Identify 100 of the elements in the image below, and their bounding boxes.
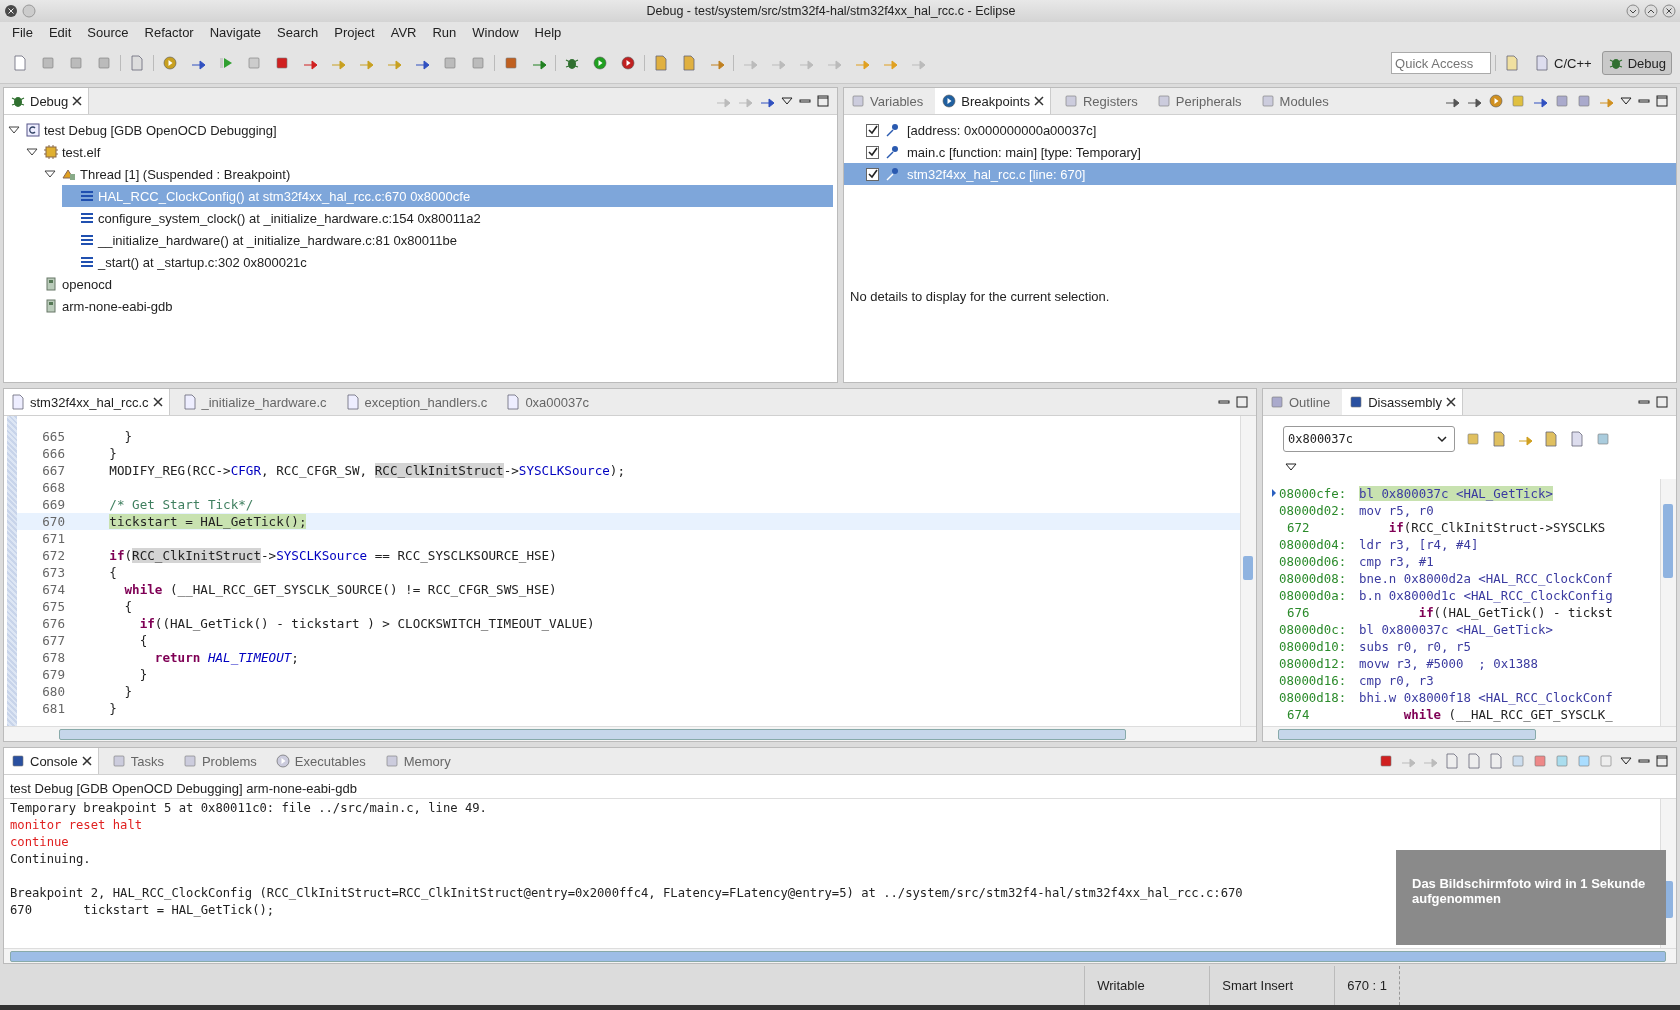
scrollbar[interactable] bbox=[1263, 726, 1676, 741]
menu-item[interactable]: Window bbox=[464, 25, 527, 40]
maximize-icon[interactable] bbox=[1644, 4, 1658, 18]
console-line: 670 tickstart = HAL_GetTick(); bbox=[10, 903, 275, 919]
line-number: 673 bbox=[41, 565, 66, 580]
view-tab[interactable]: Problems bbox=[175, 748, 263, 774]
tree-item[interactable]: openocd bbox=[26, 273, 833, 295]
terminate-icon bbox=[274, 55, 290, 71]
menu-item[interactable]: Run bbox=[424, 25, 465, 40]
menu-item[interactable]: Search bbox=[269, 25, 327, 40]
maximize-icon[interactable] bbox=[817, 95, 829, 107]
scrollbar[interactable] bbox=[4, 948, 1676, 963]
collapse-arrow-icon[interactable] bbox=[8, 124, 20, 136]
close-icon[interactable] bbox=[1662, 4, 1676, 18]
tree-item[interactable]: test.elf bbox=[26, 141, 833, 163]
close-icon[interactable] bbox=[72, 96, 83, 106]
view-menu-icon[interactable] bbox=[1620, 95, 1632, 107]
code-text: RCC_ClkInitStruct bbox=[374, 463, 504, 478]
source-text: (RCC_ClkInitStruct->SYSCLKS bbox=[1403, 520, 1606, 535]
tree-item[interactable]: test Debug [GDB OpenOCD Debugging] bbox=[8, 119, 833, 141]
close-icon[interactable] bbox=[1445, 397, 1456, 407]
line-number: 671 bbox=[41, 531, 66, 546]
view-tab[interactable]: Outline bbox=[1263, 389, 1337, 415]
line-number: 670 bbox=[41, 514, 66, 529]
view-tab[interactable]: Tasks bbox=[104, 748, 170, 774]
view-tab[interactable]: Variables bbox=[844, 88, 930, 114]
view-tab[interactable]: Modules bbox=[1253, 88, 1335, 114]
tree-item[interactable]: Thread [1] (Suspended : Breakpoint) bbox=[44, 163, 833, 185]
close-icon[interactable] bbox=[1033, 96, 1044, 106]
view-tab[interactable]: Peripherals bbox=[1149, 88, 1248, 114]
instruction-text: cmp r0, r3 bbox=[1359, 673, 1434, 688]
tree-item[interactable]: arm-none-eabi-gdb bbox=[26, 295, 833, 317]
code-text: { bbox=[124, 599, 133, 614]
maximize-icon[interactable] bbox=[1656, 95, 1668, 107]
maximize-icon[interactable] bbox=[1656, 396, 1668, 408]
code-text: return bbox=[154, 650, 201, 665]
maximize-icon[interactable] bbox=[1656, 755, 1668, 767]
code-text: ); bbox=[609, 463, 625, 478]
menu-item[interactable]: File bbox=[4, 25, 41, 40]
view-tab[interactable]: Breakpoints bbox=[935, 88, 1051, 114]
editor-tab[interactable]: stm32f4xx_hal_rcc.c bbox=[4, 389, 170, 415]
view-tab[interactable]: Executables bbox=[268, 748, 372, 774]
view-tab[interactable]: Disassembly bbox=[1342, 389, 1463, 415]
editor-tab[interactable]: _initialize_hardware.c bbox=[175, 389, 333, 415]
menu-item[interactable]: Edit bbox=[40, 25, 80, 40]
breakpoint-item[interactable]: [address: 0x000000000a00037c] bbox=[844, 119, 1676, 141]
address-text: 08000cfe: bbox=[1278, 486, 1348, 501]
line-number: 665 bbox=[41, 429, 66, 444]
tree-item[interactable]: configure_system_clock() at _initialize_hardware.c:154 0x80011a2 bbox=[62, 207, 833, 229]
code-text: if bbox=[109, 548, 125, 563]
menu-item[interactable]: Source bbox=[79, 25, 137, 40]
details-text: No details to display for the current selection. bbox=[849, 289, 1111, 304]
scrollbar[interactable] bbox=[1660, 479, 1676, 726]
checkbox[interactable] bbox=[866, 145, 879, 159]
menu-item[interactable]: Navigate bbox=[201, 25, 269, 40]
view-tab[interactable]: Memory bbox=[377, 748, 457, 774]
minimize-icon[interactable] bbox=[1626, 4, 1640, 18]
view-tab[interactable]: Console bbox=[4, 748, 99, 774]
address-combo[interactable]: 0x800037c bbox=[1283, 426, 1455, 452]
view-menu-icon[interactable] bbox=[1620, 755, 1632, 767]
close-icon[interactable] bbox=[4, 4, 18, 18]
menu-item[interactable]: Refactor bbox=[136, 25, 202, 40]
tree-item[interactable]: __initialize_hardware() at _initialize_hardware.c:81 0x80011be bbox=[62, 229, 833, 251]
line-number: 674 bbox=[1286, 707, 1311, 722]
folder-icon bbox=[653, 55, 669, 71]
notification: Das Bildschirmfoto wird in 1 Sekunde aufgenommen bbox=[1396, 850, 1666, 945]
stack-frame-icon bbox=[79, 210, 95, 226]
code-text: HAL_TIMEOUT bbox=[207, 650, 292, 665]
view-menu-icon[interactable] bbox=[781, 95, 793, 107]
status-field: Smart Insert bbox=[1209, 966, 1335, 1005]
maximize-icon[interactable] bbox=[1236, 396, 1248, 408]
close-icon[interactable] bbox=[81, 756, 92, 766]
menu-item[interactable]: Help bbox=[526, 25, 570, 40]
perspective-button[interactable]: C/C++ bbox=[1528, 51, 1598, 75]
view-tab[interactable]: Registers bbox=[1056, 88, 1144, 114]
perspective-button[interactable]: Debug bbox=[1601, 51, 1672, 75]
collapse-arrow-icon[interactable] bbox=[44, 168, 56, 180]
menu-item[interactable]: Project bbox=[326, 25, 383, 40]
editor-tab[interactable]: exception_handlers.c bbox=[338, 389, 494, 415]
code-text: ; bbox=[291, 650, 299, 665]
view-menu-icon[interactable] bbox=[1285, 462, 1297, 472]
quick-access-field[interactable]: Quick Access bbox=[1391, 52, 1492, 74]
checkbox[interactable] bbox=[866, 123, 879, 137]
terminate-icon bbox=[1378, 753, 1394, 769]
scrollbar[interactable] bbox=[1240, 416, 1256, 726]
scrollbar[interactable] bbox=[4, 726, 1256, 741]
view-tab[interactable]: Debug bbox=[4, 88, 90, 114]
c-file-icon bbox=[344, 394, 361, 410]
close-icon[interactable] bbox=[152, 397, 163, 407]
editor-tab[interactable]: 0xa00037c bbox=[499, 389, 595, 415]
code-text: } bbox=[109, 701, 117, 716]
menu-item[interactable]: AVR bbox=[382, 25, 425, 40]
breakpoints-icon bbox=[941, 93, 958, 109]
folder-icon bbox=[681, 55, 697, 71]
address-text: 08000d18: bbox=[1278, 690, 1348, 705]
tree-item[interactable]: _start() at _startup.c:302 0x800021c bbox=[62, 251, 833, 273]
collapse-arrow-icon[interactable] bbox=[26, 146, 38, 158]
breakpoint-item[interactable]: main.c [function: main] [type: Temporary] bbox=[844, 141, 1676, 163]
dropdown-icon[interactable] bbox=[1436, 433, 1448, 445]
checkbox[interactable] bbox=[866, 167, 879, 181]
